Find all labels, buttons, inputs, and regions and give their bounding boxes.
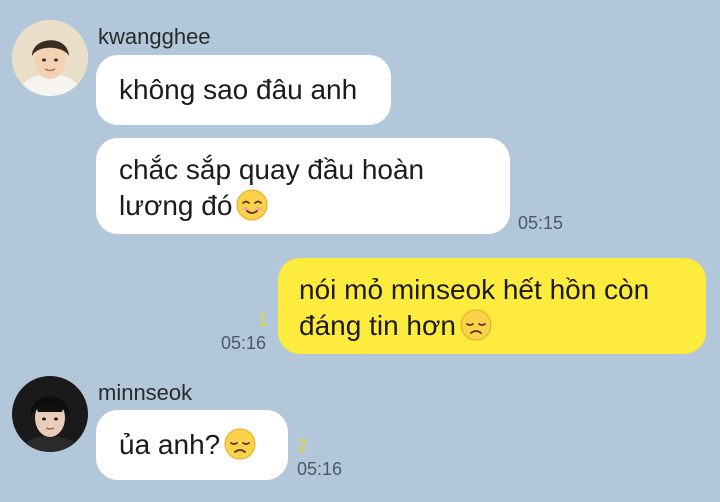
message-text: đáng tin hơn <box>299 310 456 341</box>
avatar-minnseok[interactable] <box>12 376 88 452</box>
message-bubble[interactable]: chắc sắp quay đầu hoàn lương đó <box>96 138 510 234</box>
avatar-kwangghee[interactable] <box>12 20 88 96</box>
unread-count: 2 <box>297 436 308 456</box>
disappointed-face-icon <box>224 428 256 460</box>
disappointed-face-icon <box>460 309 492 341</box>
message-bubble[interactable]: không sao đâu anh <box>96 55 391 125</box>
timestamp: 05:16 <box>221 333 267 353</box>
timestamp: 05:16 <box>297 459 343 479</box>
message-text: không sao đâu anh <box>119 74 358 105</box>
message-bubble[interactable]: ủa anh? <box>96 410 288 480</box>
unread-count: 1 <box>258 310 269 330</box>
message-text-line-with-emoji: đáng tin hơn <box>299 308 706 344</box>
message-text-line-with-emoji: lương đó <box>119 188 510 224</box>
message-text: lương đó <box>119 190 233 221</box>
message-text-line: nói mỏ minseok hết hồn còn <box>299 274 650 305</box>
sender-name: kwangghee <box>98 24 211 49</box>
sender-name: minnseok <box>98 380 193 405</box>
message-bubble[interactable]: nói mỏ minseok hết hồn còn đáng tin hơn <box>278 258 706 354</box>
chat-room[interactable]: kwangghee không sao đâu anh chắc sắp qua… <box>0 0 720 502</box>
message-text: ủa anh? <box>119 429 221 460</box>
smiling-face-icon <box>236 189 268 221</box>
timestamp: 05:15 <box>518 213 564 233</box>
message-text-line: chắc sắp quay đầu hoàn <box>119 154 425 185</box>
